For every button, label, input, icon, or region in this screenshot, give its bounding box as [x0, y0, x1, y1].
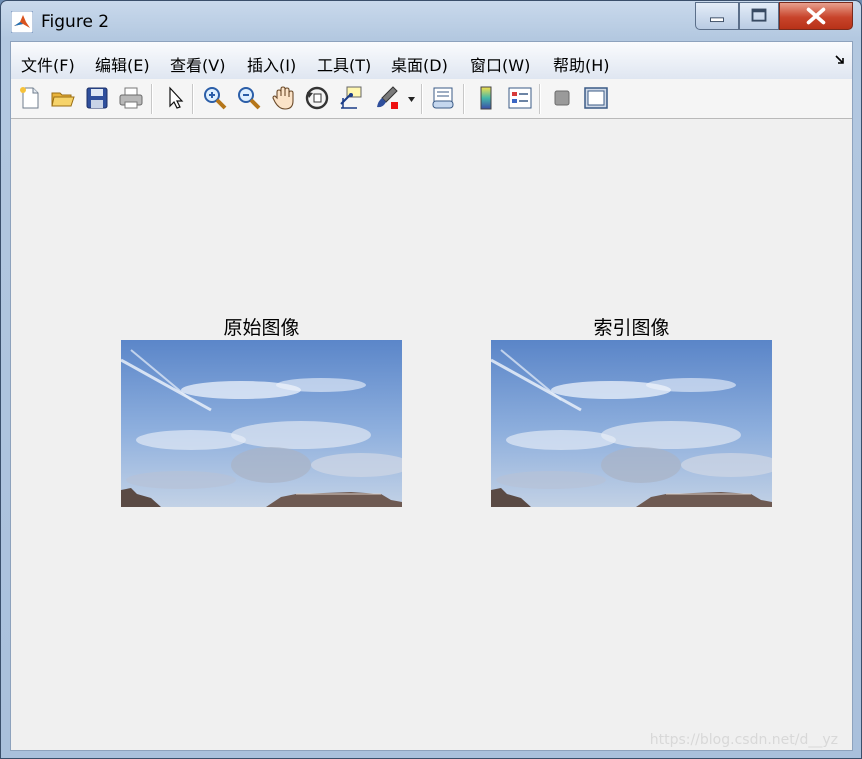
matlab-logo-icon: [11, 11, 33, 33]
maximize-button[interactable]: [739, 2, 779, 30]
indexed-image[interactable]: [491, 340, 772, 507]
figure-toolbar: [11, 79, 852, 119]
menu-help[interactable]: 帮助(H): [553, 52, 610, 76]
original-image[interactable]: [121, 340, 402, 507]
close-button[interactable]: [779, 2, 853, 30]
watermark: https://blog.csdn.net/d__yz: [649, 732, 838, 748]
pan-hand-icon[interactable]: [269, 84, 297, 112]
toolbar-separator: [463, 84, 465, 114]
menu-bar: 文件(F) 编辑(E) 查看(V) 插入(I) 工具(T) 桌面(D) 窗口(W…: [11, 42, 852, 80]
new-figure-icon[interactable]: [16, 84, 44, 112]
brush-icon[interactable]: [373, 84, 401, 112]
toolbar-separator: [421, 84, 423, 114]
maximize-icon: [751, 8, 767, 22]
window-title: Figure 2: [41, 12, 110, 32]
show-plot-tools-icon[interactable]: [582, 84, 610, 112]
dock-arrow-icon[interactable]: [834, 54, 846, 66]
zoom-in-icon[interactable]: [201, 84, 229, 112]
toolbar-separator: [539, 84, 541, 114]
menu-tools[interactable]: 工具(T): [317, 52, 371, 76]
figure-canvas[interactable]: 原始图像 索引图像 https://blog.csdn.net/d__yz: [11, 119, 852, 750]
save-icon[interactable]: [83, 84, 111, 112]
minimize-icon: [710, 17, 724, 23]
legend-icon[interactable]: [506, 84, 534, 112]
link-plot-icon[interactable]: [429, 84, 457, 112]
close-icon: [806, 7, 826, 25]
print-icon[interactable]: [117, 84, 145, 112]
menu-view[interactable]: 查看(V): [170, 52, 225, 76]
hide-plot-tools-icon[interactable]: [548, 84, 576, 112]
edit-plot-arrow-icon[interactable]: [161, 84, 189, 112]
menu-insert[interactable]: 插入(I): [247, 52, 296, 76]
toolbar-separator: [151, 84, 153, 114]
menu-file[interactable]: 文件(F): [21, 52, 75, 76]
menu-desktop[interactable]: 桌面(D): [391, 52, 448, 76]
original-image-title: 原始图像: [223, 317, 300, 339]
rotate-3d-icon[interactable]: [303, 84, 331, 112]
data-cursor-icon[interactable]: [337, 84, 365, 112]
indexed-image-title: 索引图像: [593, 317, 670, 339]
menu-edit[interactable]: 编辑(E): [95, 52, 150, 76]
colorbar-icon[interactable]: [472, 84, 500, 112]
minimize-button[interactable]: [695, 2, 739, 30]
zoom-out-icon[interactable]: [235, 84, 263, 112]
figure-window: Figure 2 文件(F) 编辑(E) 查看(V) 插入(I) 工具(T) 桌…: [0, 0, 862, 759]
toolbar-separator: [192, 84, 194, 114]
chevron-down-icon[interactable]: [408, 97, 415, 102]
open-file-icon[interactable]: [49, 84, 77, 112]
figure-client-area: 文件(F) 编辑(E) 查看(V) 插入(I) 工具(T) 桌面(D) 窗口(W…: [10, 41, 853, 751]
menu-window[interactable]: 窗口(W): [470, 52, 530, 76]
title-bar[interactable]: Figure 2: [1, 1, 861, 41]
